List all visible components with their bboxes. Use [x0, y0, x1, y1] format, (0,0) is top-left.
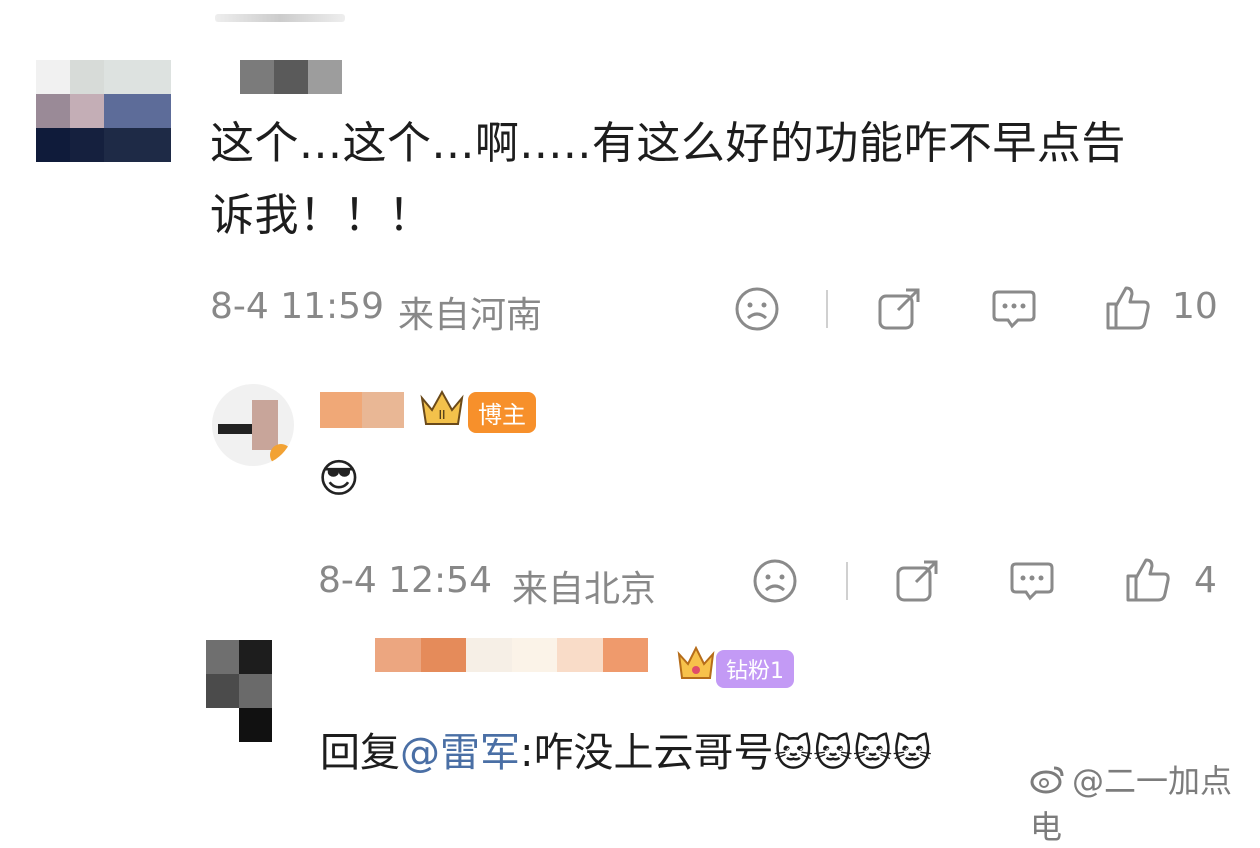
- sunglasses-emoji-icon: 😎: [318, 456, 360, 502]
- sad-face-icon[interactable]: [734, 286, 780, 332]
- reply-timestamp: 8-4 12:54: [318, 560, 492, 601]
- username-blurred[interactable]: [240, 60, 342, 94]
- comment-text-line2: 诉我！！！: [210, 190, 433, 241]
- avatar-blurred[interactable]: [206, 640, 272, 742]
- reply-body: :咋没上云哥号: [520, 730, 774, 776]
- username-blurred[interactable]: [320, 392, 404, 428]
- action-divider: [846, 562, 848, 600]
- comment-timestamp: 8-4 11:59: [210, 286, 384, 327]
- action-divider: [826, 290, 828, 328]
- thumbs-up-icon[interactable]: [1104, 284, 1152, 332]
- reply-prefix: 回复: [320, 730, 400, 776]
- fan-badge: 钻粉1: [716, 650, 794, 688]
- thumbs-up-icon[interactable]: [1124, 556, 1172, 604]
- comment-text-line1: 这个...这个...啊.....有这么好的功能咋不早点告: [210, 118, 1126, 169]
- comment-location: 来自河南: [398, 295, 543, 336]
- reply-content: 回复@雷军:咋没上云哥号🐱🐱🐱🐱: [320, 720, 932, 778]
- cat-emoji-icon: 🐱🐱🐱🐱: [773, 731, 932, 775]
- share-icon[interactable]: [876, 286, 922, 332]
- like-count: 4: [1194, 560, 1217, 601]
- svg-text:II: II: [438, 408, 445, 422]
- username-blurred[interactable]: [375, 638, 648, 672]
- avatar-blurred[interactable]: [36, 60, 171, 162]
- weibo-icon: [1030, 764, 1066, 802]
- avatar-blurred[interactable]: [212, 384, 294, 466]
- crown-icon: II: [418, 388, 466, 437]
- like-count: 10: [1172, 286, 1218, 327]
- share-icon[interactable]: [894, 558, 940, 604]
- mention-link[interactable]: @雷军: [400, 730, 520, 776]
- watermark: @二一加点电: [1030, 756, 1260, 848]
- reply-location: 来自北京: [512, 569, 657, 610]
- comment-icon[interactable]: [990, 286, 1038, 332]
- blogger-badge: 博主: [468, 392, 536, 433]
- top-divider: [215, 14, 345, 22]
- crown-icon: [676, 644, 716, 693]
- sad-face-icon[interactable]: [752, 558, 798, 604]
- comment-icon[interactable]: [1008, 558, 1056, 604]
